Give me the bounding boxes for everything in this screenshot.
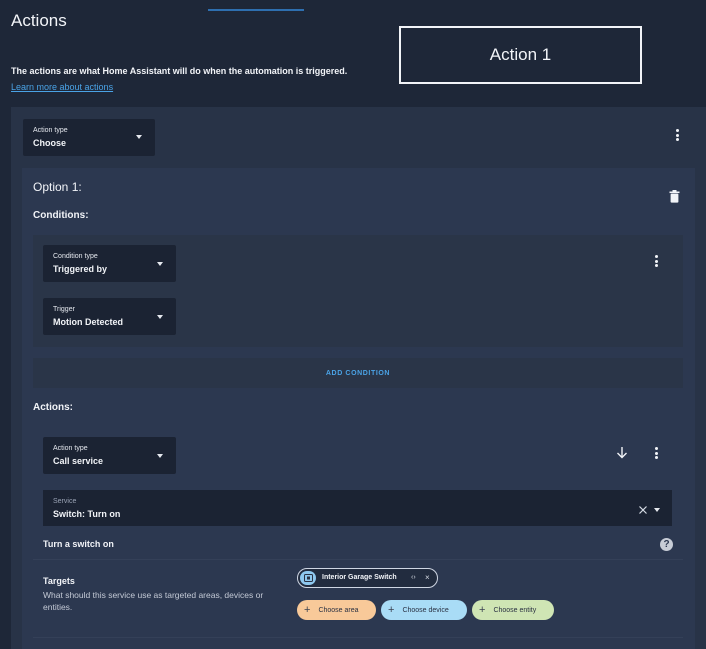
choose-device-chip[interactable]: + Choose device: [381, 600, 467, 620]
remove-icon[interactable]: ×: [425, 573, 430, 582]
plus-icon: +: [479, 604, 486, 616]
option-title: Option 1:: [33, 180, 82, 194]
divider: [33, 637, 683, 638]
dropdown-icon[interactable]: [654, 508, 660, 512]
trigger-label: Trigger: [53, 306, 75, 313]
choose-area-label: Choose area: [318, 606, 359, 614]
choose-device-label: Choose device: [402, 606, 449, 614]
target-entity-name: Interior Garage Switch: [322, 574, 397, 581]
service-label: Service: [53, 498, 77, 505]
trigger-value: Motion Detected: [53, 317, 124, 327]
action-type-select[interactable]: Action type Choose: [23, 119, 155, 156]
dropdown-icon: [157, 454, 163, 458]
sub-action-type-select[interactable]: Action type Call service: [43, 437, 176, 474]
action-label-box: Action 1: [399, 26, 642, 84]
more-vert-icon[interactable]: [650, 445, 664, 461]
dropdown-icon: [157, 262, 163, 266]
more-vert-icon[interactable]: [650, 253, 664, 269]
switch-icon: [300, 571, 316, 585]
help-icon[interactable]: ?: [660, 538, 673, 551]
service-field[interactable]: Service Switch: Turn on: [43, 490, 672, 526]
choose-entity-label: Choose entity: [493, 606, 537, 614]
dropdown-icon: [157, 315, 163, 319]
learn-more-link[interactable]: Learn more about actions: [11, 82, 113, 92]
service-description: Turn a switch on: [43, 539, 114, 549]
choose-area-chip[interactable]: + Choose area: [297, 600, 376, 620]
section-title: Actions: [11, 11, 67, 30]
condition-type-label: Condition type: [53, 253, 98, 260]
sub-action-type-label: Action type: [53, 445, 88, 452]
actions-heading: Actions:: [33, 402, 73, 413]
targets-title: Targets: [43, 576, 75, 586]
target-entity-chip[interactable]: Interior Garage Switch ‹› ×: [297, 568, 438, 588]
plus-icon: +: [388, 604, 395, 616]
expand-icon[interactable]: ‹›: [411, 574, 416, 581]
more-vert-icon[interactable]: [671, 127, 685, 143]
clear-icon[interactable]: [639, 506, 647, 514]
condition-type-select[interactable]: Condition type Triggered by: [43, 245, 176, 282]
divider: [33, 559, 683, 560]
arrow-down-icon[interactable]: [616, 446, 628, 459]
action-type-label: Action type: [33, 127, 68, 134]
dropdown-icon: [136, 135, 142, 139]
intro-text: The actions are what Home Assistant will…: [11, 66, 348, 76]
targets-description: What should this service use as targeted…: [43, 590, 264, 612]
delete-icon[interactable]: [669, 190, 680, 203]
condition-type-value: Triggered by: [53, 264, 108, 274]
choose-entity-chip[interactable]: + Choose entity: [472, 600, 554, 620]
action-type-value: Choose: [33, 138, 67, 148]
conditions-heading: Conditions:: [33, 210, 89, 221]
trigger-select[interactable]: Trigger Motion Detected: [43, 298, 176, 335]
add-condition-button[interactable]: ADD CONDITION: [33, 358, 683, 388]
service-value: Switch: Turn on: [53, 509, 121, 519]
tab-indicator: [208, 9, 304, 11]
sub-action-type-value: Call service: [53, 456, 104, 466]
plus-icon: +: [304, 604, 311, 616]
